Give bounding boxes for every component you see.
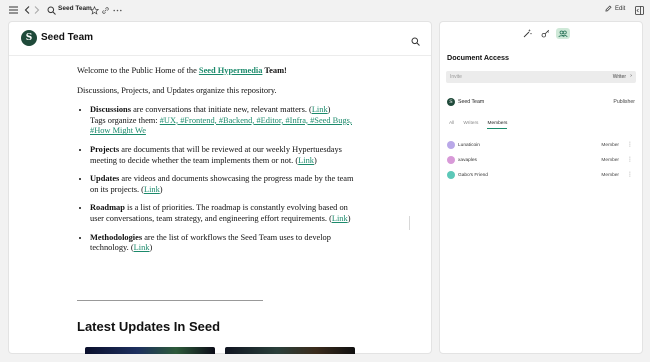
list-item: Methodologies are the list of workflows … (90, 233, 357, 254)
search-icon[interactable] (411, 33, 420, 51)
member-name: xavaples (458, 157, 477, 163)
roadmap-link[interactable]: Link (332, 214, 348, 223)
toggle-panel-icon[interactable] (633, 4, 645, 16)
member-role[interactable]: Member (601, 143, 619, 148)
avatar (447, 171, 455, 179)
publisher-role: Publisher (613, 99, 635, 105)
edit-button[interactable]: Edit (605, 5, 625, 12)
member-filter-tabs: All Writers Members (449, 121, 508, 129)
update-card-thumbnail[interactable] (225, 347, 355, 354)
magic-wand-icon[interactable] (520, 28, 534, 39)
updates-link[interactable]: Link (144, 185, 160, 194)
search-icon[interactable] (45, 4, 57, 16)
key-icon[interactable] (538, 28, 552, 39)
member-role[interactable]: Member (601, 173, 619, 178)
users-icon[interactable] (556, 28, 570, 39)
invite-placeholder[interactable]: Invite (450, 74, 462, 80)
update-card-thumbnail[interactable] (85, 347, 215, 354)
pencil-icon (605, 5, 612, 12)
member-row: Gabo's Friend Member ⋮ (447, 171, 635, 181)
avatar (447, 156, 455, 164)
tab-members[interactable]: Members (487, 121, 508, 129)
more-options-icon[interactable]: ⋮ (627, 156, 633, 164)
site-title[interactable]: Seed Team (41, 32, 93, 43)
divider (77, 300, 263, 301)
member-name: Gabo's Friend (458, 172, 488, 178)
access-panel: Document Access Invite Writer › S Seed T… (439, 21, 643, 354)
tab-writers[interactable]: Writers (463, 121, 478, 129)
more-options-icon[interactable] (111, 4, 123, 16)
seed-hypermedia-link[interactable]: Seed Hypermedia (199, 66, 263, 75)
invite-role-select[interactable]: Writer (613, 74, 626, 80)
list-item: Roadmap is a list of priorities. The roa… (90, 203, 357, 224)
member-row: xavaples Member ⋮ (447, 156, 635, 166)
list-item: Projects are documents that will be revi… (90, 145, 357, 166)
section-list: Discussions are conversations that initi… (77, 105, 357, 254)
member-row: Lunaticoin Member ⋮ (447, 141, 635, 151)
chevron-right-icon[interactable]: › (630, 73, 632, 79)
methodologies-link[interactable]: Link (134, 243, 150, 252)
link-icon[interactable] (99, 4, 111, 16)
intro-paragraph: Discussions, Projects, and Updates organ… (77, 85, 277, 95)
document-content: Welcome to the Public Home of the Seed H… (77, 66, 357, 262)
panel-toolbar (520, 28, 570, 39)
discussions-link[interactable]: Link (312, 105, 328, 114)
list-item: Discussions are conversations that initi… (90, 105, 357, 137)
list-item: Updates are videos and documents showcas… (90, 174, 357, 195)
more-options-icon[interactable]: ⋮ (627, 171, 633, 179)
edit-label: Edit (615, 5, 626, 12)
panel-title: Document Access (447, 53, 510, 62)
welcome-paragraph: Welcome to the Public Home of the Seed H… (77, 66, 287, 75)
member-role[interactable]: Member (601, 158, 619, 163)
publisher-name: Seed Team (458, 99, 485, 105)
member-name: Lunaticoin (458, 142, 480, 148)
projects-link[interactable]: Link (298, 156, 314, 165)
top-bar: Seed Team Edit (0, 0, 650, 21)
latest-updates-heading: Latest Updates In Seed (77, 319, 221, 334)
seed-logo[interactable]: S (21, 30, 37, 46)
menu-icon[interactable] (7, 4, 19, 16)
more-options-icon[interactable]: ⋮ (627, 141, 633, 149)
invite-field[interactable]: Invite Writer › (446, 71, 636, 83)
breadcrumb-title[interactable]: Seed Team (58, 5, 92, 12)
avatar (447, 141, 455, 149)
publisher-row: S Seed Team Publisher (447, 98, 635, 108)
document-header: S Seed Team (9, 22, 431, 56)
tab-all[interactable]: All (449, 121, 454, 129)
forward-arrow-icon[interactable] (31, 4, 43, 16)
avatar: S (447, 98, 455, 106)
scroll-indicator[interactable] (409, 216, 410, 230)
